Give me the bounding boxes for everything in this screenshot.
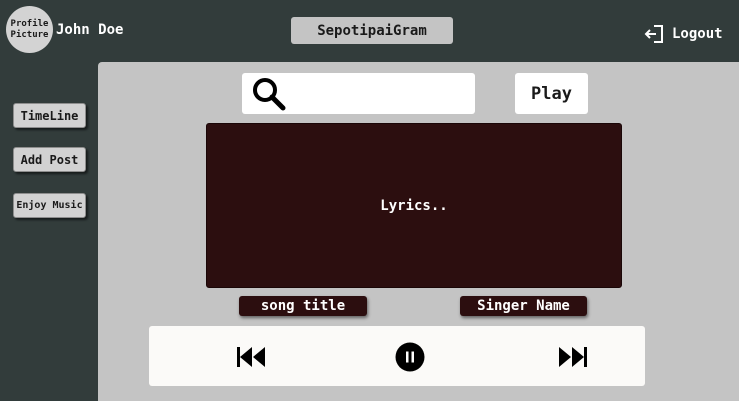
singer-name-text: Singer Name (477, 298, 570, 314)
singer-name-label: Singer Name (460, 296, 587, 316)
avatar[interactable]: Profile Picture (6, 6, 53, 53)
search-input[interactable] (242, 73, 475, 114)
pause-button[interactable] (395, 342, 425, 372)
logout-button[interactable]: Logout (644, 24, 723, 44)
logout-icon (644, 24, 664, 44)
app-title: SepotipaiGram (291, 17, 453, 44)
skip-next-icon (558, 345, 588, 369)
song-title-text: song title (260, 298, 346, 314)
play-button[interactable]: Play (515, 73, 588, 114)
song-title-label: song title (239, 296, 367, 316)
avatar-label: Profile Picture (10, 18, 49, 40)
username: John Doe (56, 22, 124, 38)
playback-controls (149, 326, 645, 386)
pause-icon (395, 342, 425, 372)
sidebar-item-add-post[interactable]: Add Post (13, 147, 86, 172)
sidebar-item-enjoy-music[interactable]: Enjoy Music (13, 193, 86, 218)
next-button[interactable] (557, 344, 589, 370)
lyrics-panel: Lyrics.. (206, 123, 622, 288)
play-label: Play (531, 83, 572, 104)
lyrics-text: Lyrics.. (380, 197, 448, 214)
logout-label: Logout (672, 26, 723, 42)
sidebar-item-label: Enjoy Music (16, 200, 83, 211)
search-icon[interactable] (252, 77, 286, 115)
sidebar-item-label: Add Post (20, 152, 79, 167)
skip-previous-icon (236, 345, 266, 369)
sidebar-item-timeline[interactable]: TimeLine (13, 103, 86, 128)
sidebar-item-label: TimeLine (20, 108, 79, 123)
previous-button[interactable] (235, 344, 267, 370)
